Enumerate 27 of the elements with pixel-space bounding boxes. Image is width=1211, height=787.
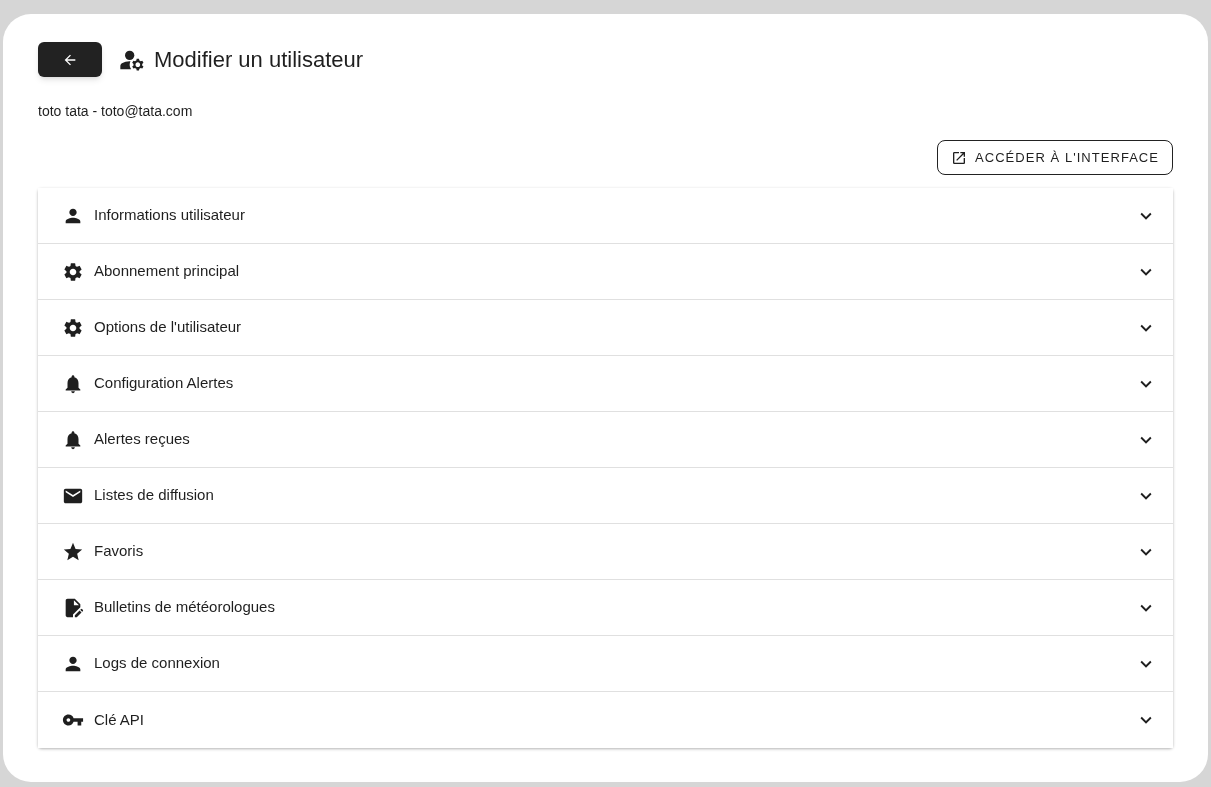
accordion-label: Options de l'utilisateur: [94, 317, 242, 338]
accordion-label: Clé API: [94, 709, 145, 730]
accordion-item[interactable]: Options de l'utilisateur: [38, 300, 1173, 356]
accordion-item[interactable]: Clé API: [38, 692, 1173, 748]
accordion-item[interactable]: Abonnement principal: [38, 244, 1173, 300]
accordion-item[interactable]: Favoris: [38, 524, 1173, 580]
accordion-item[interactable]: Configuration Alertes: [38, 356, 1173, 412]
back-button[interactable]: [38, 42, 102, 77]
accordion-label: Favoris: [94, 541, 144, 562]
gear-icon: [62, 316, 84, 339]
accordion-label: Listes de diffusion: [94, 485, 214, 506]
accordion-label: Logs de connexion: [94, 653, 220, 674]
accordion-label: Abonnement principal: [94, 261, 240, 282]
user-summary: toto tata - toto@tata.com: [38, 102, 193, 121]
page-title: Modifier un utilisateur: [154, 46, 364, 74]
accordion-item[interactable]: Informations utilisateur: [38, 188, 1173, 244]
accordion-label: Bulletins de météorologues: [94, 597, 275, 618]
open-interface-button[interactable]: ACCÉDER À L'INTERFACE: [937, 140, 1173, 175]
accordion-item[interactable]: Alertes reçues: [38, 412, 1173, 468]
gear-icon: [62, 260, 84, 283]
external-link-icon: [951, 149, 968, 166]
accordion-item[interactable]: Listes de diffusion: [38, 468, 1173, 524]
accordion-label: Configuration Alertes: [94, 373, 234, 394]
accordion-label: Alertes reçues: [94, 429, 190, 450]
accordion-item[interactable]: Logs de connexion: [38, 636, 1173, 692]
accordion-label: Informations utilisateur: [94, 205, 245, 226]
accordion-item[interactable]: Bulletins de météorologues: [38, 580, 1173, 636]
